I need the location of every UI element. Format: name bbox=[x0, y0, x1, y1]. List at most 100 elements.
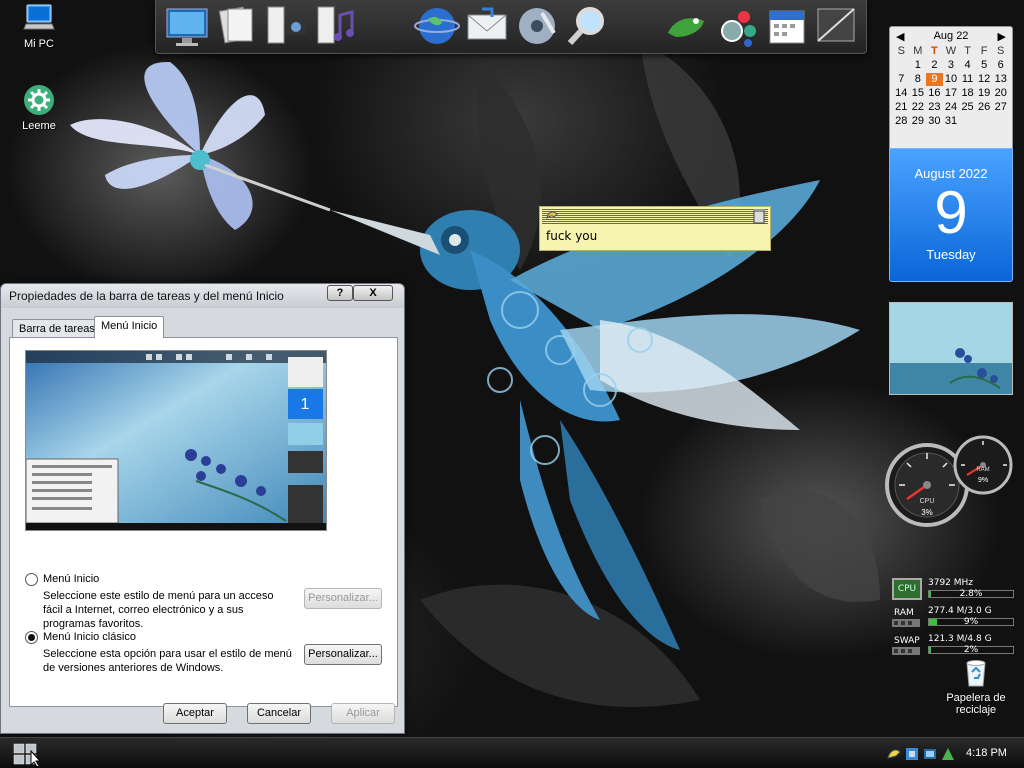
control-panel-icon[interactable] bbox=[714, 3, 760, 49]
preview-desktop-image: 1 bbox=[26, 351, 326, 530]
trash-icon[interactable] bbox=[752, 208, 766, 224]
desktop-icon-recycle-bin[interactable]: Papelera de reciclaje bbox=[938, 656, 1014, 716]
sticky-note-gadget[interactable]: fuck you bbox=[539, 206, 771, 251]
system-monitor-gadget[interactable]: CPU 3792 MHz 2.8% RAM 277.4 M/3.0 G 9% S… bbox=[892, 578, 1022, 658]
option-menu-inicio-description: Seleccione este estilo de menú para un a… bbox=[43, 590, 274, 630]
network-tray-icon[interactable] bbox=[906, 748, 918, 760]
slideshow-gadget[interactable] bbox=[889, 302, 1013, 395]
calendar-day-cell[interactable]: 28 bbox=[893, 115, 910, 128]
calendar-day-cell[interactable]: 14 bbox=[893, 87, 910, 100]
calendar-day-cell[interactable]: 2 bbox=[926, 59, 943, 72]
start-menu-preview: 1 bbox=[25, 350, 327, 531]
calendar-day-cell[interactable]: 1 bbox=[910, 59, 927, 72]
personalizar-menu-inicio-clasico-button[interactable]: Personalizar... bbox=[304, 644, 382, 665]
calendar-day-cell[interactable]: 18 bbox=[959, 87, 976, 100]
tab-barra-de-tareas[interactable]: Barra de tareas bbox=[12, 319, 102, 337]
magnifier-icon[interactable] bbox=[564, 3, 610, 49]
taskbar-clock[interactable]: 4:18 PM bbox=[966, 747, 1007, 759]
calendar-day-cell[interactable]: 7 bbox=[893, 73, 910, 86]
calendar-day-gadget[interactable]: August 2022 9 Tuesday bbox=[889, 148, 1013, 282]
calendar-day-cell[interactable]: 30 bbox=[926, 115, 943, 128]
crocodile-icon[interactable] bbox=[664, 3, 710, 49]
desktop-display-icon[interactable] bbox=[164, 3, 210, 49]
prev-month-icon[interactable]: ◀ bbox=[896, 30, 904, 43]
desktop-icon-leeme[interactable]: Leeme bbox=[9, 84, 69, 132]
swap-label: SWAP bbox=[894, 636, 920, 646]
recycle-bin-icon bbox=[966, 660, 986, 687]
calendar-day-cell[interactable]: 5 bbox=[976, 59, 993, 72]
option-menu-inicio-clasico-description: Seleccione esta opción para usar el esti… bbox=[43, 648, 292, 674]
help-button[interactable]: ? bbox=[327, 285, 353, 301]
calendar-day-cell bbox=[976, 115, 993, 128]
calendar-day-cell[interactable]: 23 bbox=[926, 101, 943, 114]
sysmon-ram-row: RAM 277.4 M/3.0 G 9% bbox=[892, 606, 1016, 630]
media-player-icon[interactable] bbox=[514, 3, 560, 49]
apply-button[interactable]: Aplicar bbox=[331, 703, 395, 724]
calendar-day-cell[interactable]: 31 bbox=[943, 115, 960, 128]
cpu-frequency: 3792 MHz bbox=[928, 578, 974, 588]
calendar-day-cell[interactable]: 12 bbox=[976, 73, 993, 86]
calendar-day-cell[interactable]: 11 bbox=[959, 73, 976, 86]
calendar-day-cell[interactable]: 29 bbox=[910, 115, 927, 128]
cpu-meter-cpu-value: 3% bbox=[921, 508, 933, 517]
next-month-icon[interactable]: ▶ bbox=[998, 30, 1006, 43]
cpu-meter-gadget[interactable]: CPU 3% RAM 9% bbox=[885, 435, 1015, 530]
calendar-day-number: 9 bbox=[934, 179, 968, 246]
calendar-day-cell[interactable]: 24 bbox=[943, 101, 960, 114]
calendar-day-cell bbox=[959, 115, 976, 128]
ram-value: 277.4 M/3.0 G bbox=[928, 606, 992, 616]
globe-icon[interactable] bbox=[414, 3, 460, 49]
desktop-icon-mi-pc[interactable]: Mi PC bbox=[9, 2, 69, 50]
ok-button[interactable]: Aceptar bbox=[163, 703, 227, 724]
cpu-chip-icon: CPU bbox=[892, 578, 922, 600]
option-menu-inicio-clasico-label[interactable]: Menú Inicio clásico bbox=[43, 631, 136, 643]
note-tray-icon[interactable] bbox=[887, 749, 901, 759]
calendar-day-cell[interactable]: 27 bbox=[992, 101, 1009, 114]
calendar-day-cell bbox=[992, 115, 1009, 128]
radio-menu-inicio[interactable] bbox=[25, 573, 38, 586]
photos-icon[interactable] bbox=[264, 3, 310, 49]
calendar-day-cell[interactable]: 16 bbox=[926, 87, 943, 100]
radio-menu-inicio-clasico[interactable] bbox=[25, 631, 38, 644]
note-text[interactable]: fuck you bbox=[540, 225, 770, 247]
gadget-tray-icon[interactable] bbox=[942, 748, 954, 760]
taskbar-properties-dialog[interactable]: Propiedades de la barra de tareas y del … bbox=[0, 283, 405, 734]
calendar-day-cell[interactable]: 6 bbox=[992, 59, 1009, 72]
music-icon[interactable] bbox=[314, 3, 360, 49]
cpu-meter-ram-value: 9% bbox=[978, 477, 988, 484]
monitor-tray-icon[interactable] bbox=[924, 749, 936, 759]
tab-menu-inicio[interactable]: Menú Inicio bbox=[94, 316, 165, 338]
calendar-weekday-header: T bbox=[931, 45, 938, 57]
close-button[interactable]: X bbox=[353, 285, 393, 301]
calendar-month-gadget[interactable]: ◀ Aug 22 ▶ S M T W T F S 1 2 3 4 5 6 7 8 9 10 11 12 13 14 15 1… bbox=[889, 26, 1013, 150]
calendar-day-cell[interactable]: 20 bbox=[992, 87, 1009, 100]
window-switcher-icon[interactable] bbox=[814, 3, 860, 49]
calendar-day-cell[interactable]: 19 bbox=[976, 87, 993, 100]
sysmon-swap-row: SWAP 121.3 M/4.8 G 2% bbox=[892, 634, 1016, 658]
calendar-day-cell[interactable]: 26 bbox=[976, 101, 993, 114]
ram-chip-icon bbox=[892, 619, 920, 627]
calendar-day-cell[interactable]: 17 bbox=[943, 87, 960, 100]
calendar-day-cell[interactable]: 10 bbox=[943, 73, 960, 86]
calendar-day-cell[interactable]: 13 bbox=[992, 73, 1009, 86]
calendar-day-cell[interactable]: 22 bbox=[910, 101, 927, 114]
calendar-day-cell[interactable]: 4 bbox=[959, 59, 976, 72]
dialog-title-bar[interactable]: Propiedades de la barra de tareas y del … bbox=[1, 284, 404, 308]
calendar-day-cell[interactable]: 3 bbox=[943, 59, 960, 72]
personalizar-menu-inicio-button[interactable]: Personalizar... bbox=[304, 588, 382, 609]
calendar-day-cell[interactable]: 8 bbox=[910, 73, 927, 86]
calendar-day-cell[interactable]: 15 bbox=[910, 87, 927, 100]
cancel-button[interactable]: Cancelar bbox=[247, 703, 311, 724]
calendar-icon[interactable] bbox=[764, 3, 810, 49]
mail-icon[interactable] bbox=[464, 3, 510, 49]
calendar-day-cell[interactable]: 21 bbox=[893, 101, 910, 114]
note-title-bar[interactable] bbox=[542, 208, 768, 224]
documents-icon[interactable] bbox=[214, 3, 260, 49]
top-dock bbox=[155, 0, 867, 54]
tab-panel-menu-inicio: 1 Menú Inicio Seleccione este estilo de … bbox=[9, 337, 398, 707]
calendar-day-cell[interactable]: 25 bbox=[959, 101, 976, 114]
cpu-meter-ram-label: RAM bbox=[976, 467, 989, 473]
calendar-day-cell[interactable]: 9 bbox=[926, 73, 943, 86]
option-menu-inicio-label[interactable]: Menú Inicio bbox=[43, 573, 99, 585]
swap-usage-percent: 2% bbox=[963, 645, 979, 655]
